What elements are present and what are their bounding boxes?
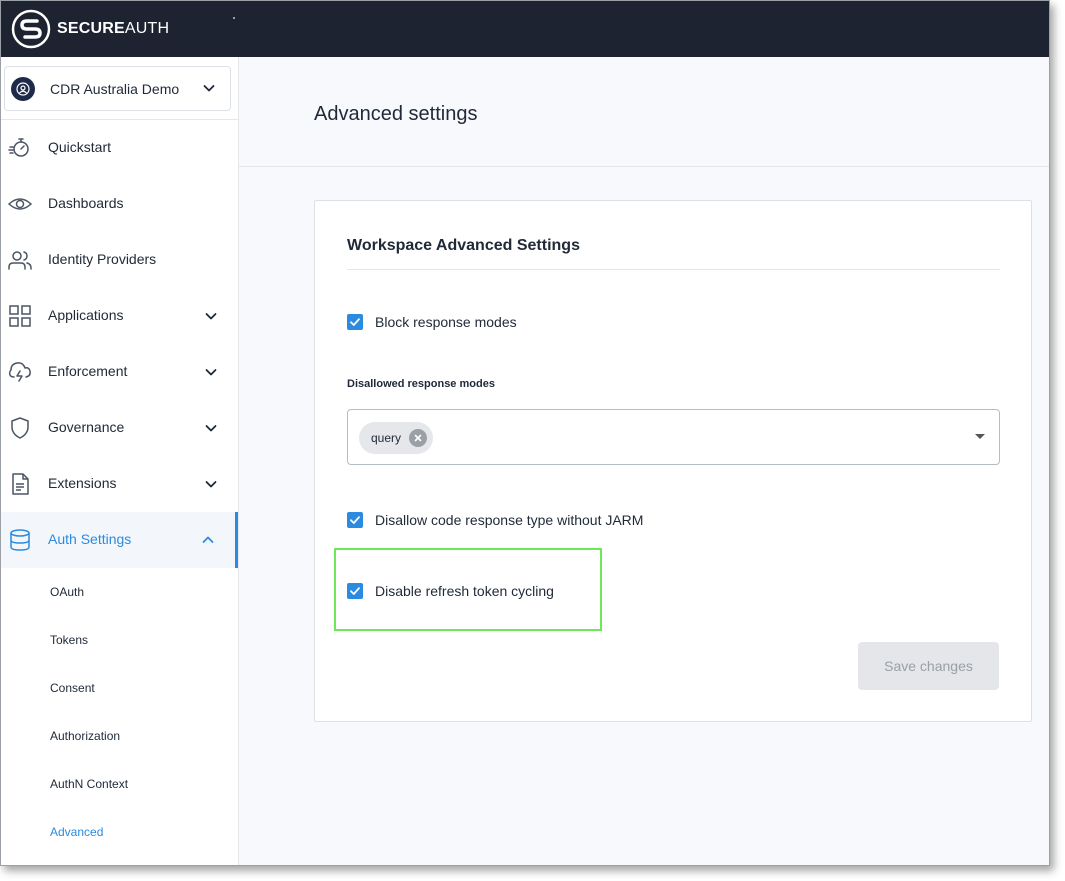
checkbox-checked-icon[interactable] bbox=[347, 583, 363, 599]
sidebar-subitem-authn-context[interactable]: AuthN Context bbox=[50, 777, 128, 791]
close-icon[interactable] bbox=[409, 429, 428, 447]
grid-icon bbox=[9, 305, 31, 327]
chevron-down-icon bbox=[205, 425, 217, 432]
sidebar-item-dashboards[interactable]: Dashboards bbox=[1, 176, 238, 232]
disable-refresh-token-cycling-checkbox[interactable]: Disable refresh token cycling bbox=[347, 583, 554, 599]
settings-card: Workspace Advanced Settings Block respon… bbox=[314, 200, 1032, 722]
chevron-down-icon bbox=[205, 313, 217, 320]
disallow-code-without-jarm-checkbox[interactable]: Disallow code response type without JARM bbox=[347, 512, 643, 528]
main-content: Advanced settings Workspace Advanced Set… bbox=[239, 57, 1049, 865]
disallowed-modes-label: Disallowed response modes bbox=[347, 378, 495, 390]
sidebar-item-enforcement[interactable]: Enforcement bbox=[1, 344, 238, 400]
workspace-selector[interactable]: CDR Australia Demo bbox=[4, 66, 231, 111]
page-header: Advanced settings bbox=[239, 57, 1049, 167]
secureauth-logo-icon bbox=[11, 9, 51, 49]
sidebar-item-extensions[interactable]: Extensions bbox=[1, 456, 238, 512]
chevron-up-icon bbox=[202, 536, 214, 543]
checkbox-checked-icon[interactable] bbox=[347, 314, 363, 330]
app-window: SECUREAUTH CDR Australia Demo Quickstart… bbox=[0, 0, 1050, 866]
stopwatch-icon bbox=[8, 138, 29, 157]
save-changes-button[interactable]: Save changes bbox=[858, 642, 999, 690]
sidebar-subitem-authorization[interactable]: Authorization bbox=[50, 729, 120, 743]
sidebar-subitem-consent[interactable]: Consent bbox=[50, 681, 95, 695]
sidebar-item-governance[interactable]: Governance bbox=[1, 400, 238, 456]
sidebar-item-quickstart[interactable]: Quickstart bbox=[1, 120, 238, 176]
chevron-down-icon bbox=[205, 481, 217, 488]
block-response-modes-checkbox[interactable]: Block response modes bbox=[347, 314, 517, 330]
checkbox-checked-icon[interactable] bbox=[347, 512, 363, 528]
card-title: Workspace Advanced Settings bbox=[347, 237, 580, 254]
document-icon bbox=[12, 473, 29, 495]
sidebar-item-auth-settings[interactable]: Auth Settings bbox=[1, 512, 238, 568]
sidebar-item-identity-providers[interactable]: Identity Providers bbox=[1, 232, 238, 288]
cloud-lightning-icon bbox=[8, 362, 31, 382]
chevron-down-icon bbox=[203, 85, 215, 92]
dropdown-arrow-icon[interactable] bbox=[975, 434, 985, 439]
top-bar: SECUREAUTH bbox=[1, 1, 1049, 57]
chevron-down-icon bbox=[205, 369, 217, 376]
sidebar-subitem-oauth[interactable]: OAuth bbox=[50, 585, 84, 599]
sidebar-subitem-advanced[interactable]: Advanced bbox=[50, 825, 103, 839]
users-icon bbox=[8, 251, 32, 270]
database-icon bbox=[10, 529, 30, 551]
page-title: Advanced settings bbox=[314, 103, 478, 125]
workspace-name: CDR Australia Demo bbox=[50, 80, 180, 97]
shield-icon bbox=[11, 417, 29, 439]
workspace-avatar-icon bbox=[11, 76, 35, 101]
sidebar-item-applications[interactable]: Applications bbox=[1, 288, 238, 344]
eye-icon bbox=[8, 198, 32, 210]
disallowed-modes-select[interactable]: query bbox=[347, 409, 1000, 465]
response-mode-chip: query bbox=[359, 422, 434, 454]
brand-name: SECUREAUTH bbox=[57, 20, 170, 37]
sidebar: CDR Australia Demo Quickstart Dashboards bbox=[1, 57, 239, 865]
sidebar-subitem-tokens[interactable]: Tokens bbox=[50, 633, 88, 647]
